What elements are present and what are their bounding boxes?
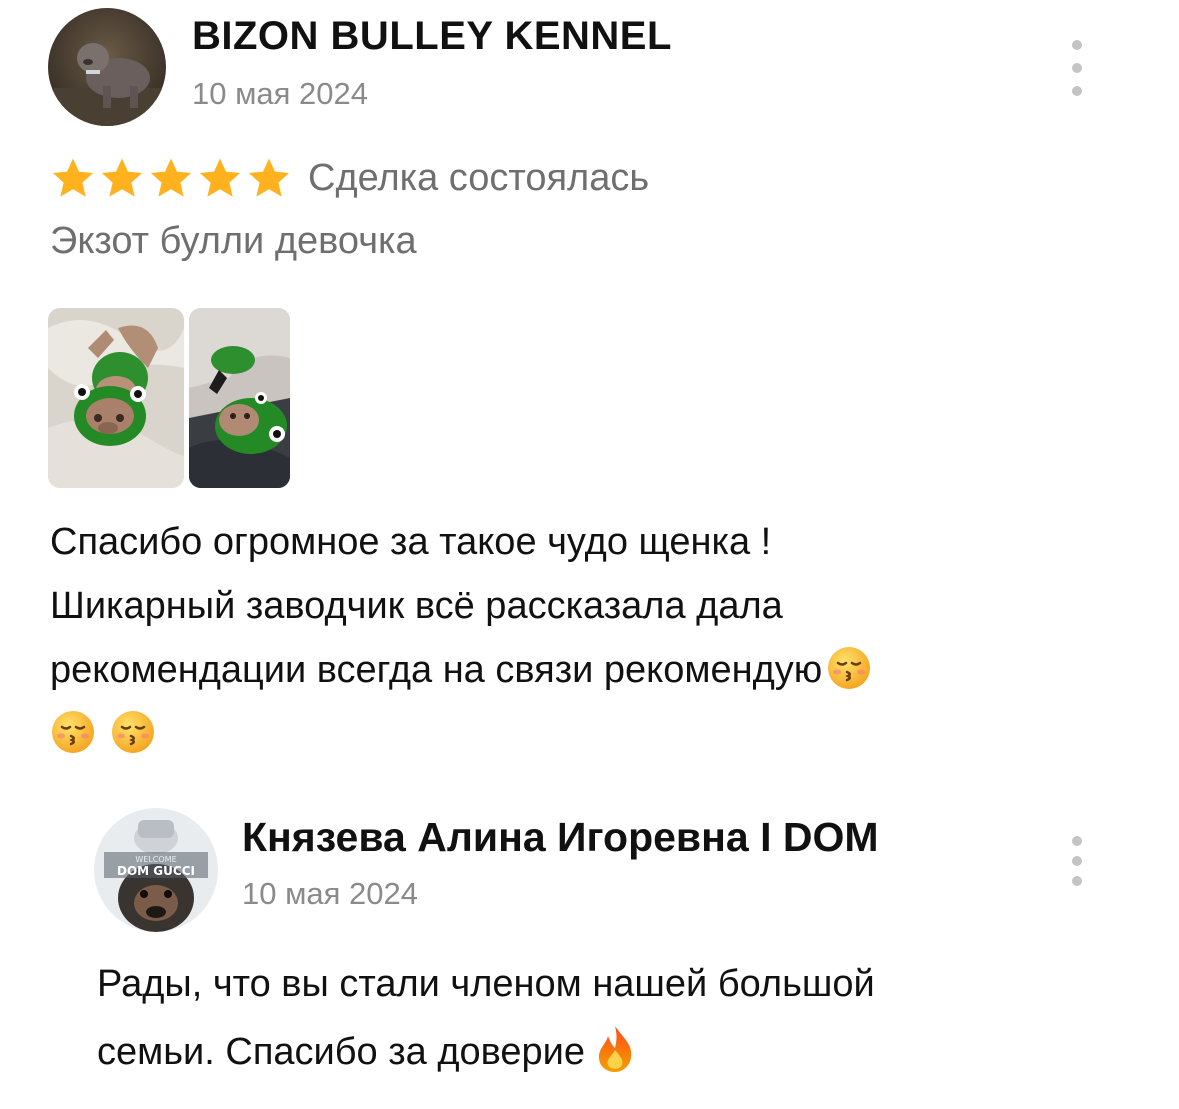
star-icon (248, 158, 290, 197)
reply-text: Рады, что вы стали членом нашей большой … (97, 950, 1097, 1086)
fire-emoji (593, 1024, 637, 1074)
star-rating (50, 155, 292, 201)
reply-author-name[interactable]: Князева Алина Игоревна I DOM (242, 814, 879, 861)
star-icon (101, 158, 143, 197)
reply-date: 10 мая 2024 (242, 876, 419, 911)
review-text-line (50, 702, 1130, 766)
review-text-line: Спасибо огромное за такое чудо щенка ! (50, 521, 772, 563)
kissing-face-emoji (110, 709, 156, 755)
rating-row: Сделка состоялась (50, 152, 649, 204)
review-card: BIZON BULLEY KENNEL 10 мая 2024 Сделка с… (0, 0, 1179, 790)
review-text-line: Шикарный заводчик всё рассказала дала (50, 585, 783, 627)
avatar-text-line: WELCOME (135, 855, 176, 864)
review-text: Спасибо огромное за такое чудо щенка ! Ш… (50, 510, 1130, 766)
reply-author-avatar[interactable]: WELCOME DOM GUCCI (94, 808, 218, 932)
review-date: 10 мая 2024 (192, 76, 369, 111)
more-options-icon[interactable] (1062, 40, 1092, 96)
author-name[interactable]: BIZON BULLEY KENNEL (192, 14, 672, 59)
star-icon (199, 158, 241, 197)
review-text-line-content: рекомендации всегда на связи рекомендую (50, 649, 823, 691)
star-icon (52, 158, 94, 197)
avatar-text-line: DOM GUCCI (117, 864, 195, 878)
review-photo-1[interactable] (48, 308, 184, 488)
reply-text-line-content: семьи. Спасибо за доверие (97, 1031, 586, 1073)
star-icon (150, 158, 192, 197)
reply-text-line: семьи. Спасибо за доверие (97, 1018, 1097, 1086)
kissing-face-emoji (50, 709, 96, 755)
review-subtitle: Экзот булли девочка (50, 220, 417, 262)
puppy-photo-icon (48, 308, 184, 488)
reply-more-options-icon[interactable] (1062, 836, 1092, 886)
review-text-line: рекомендации всегда на связи рекомендую (50, 638, 1130, 702)
kissing-face-emoji (826, 645, 872, 691)
review-photo-2[interactable] (189, 308, 290, 488)
author-avatar[interactable] (48, 8, 166, 126)
reply-text-line: Рады, что вы стали членом нашей большой (97, 963, 875, 1005)
deal-status: Сделка состоялась (308, 156, 650, 199)
puppy-photo-icon (189, 308, 290, 488)
